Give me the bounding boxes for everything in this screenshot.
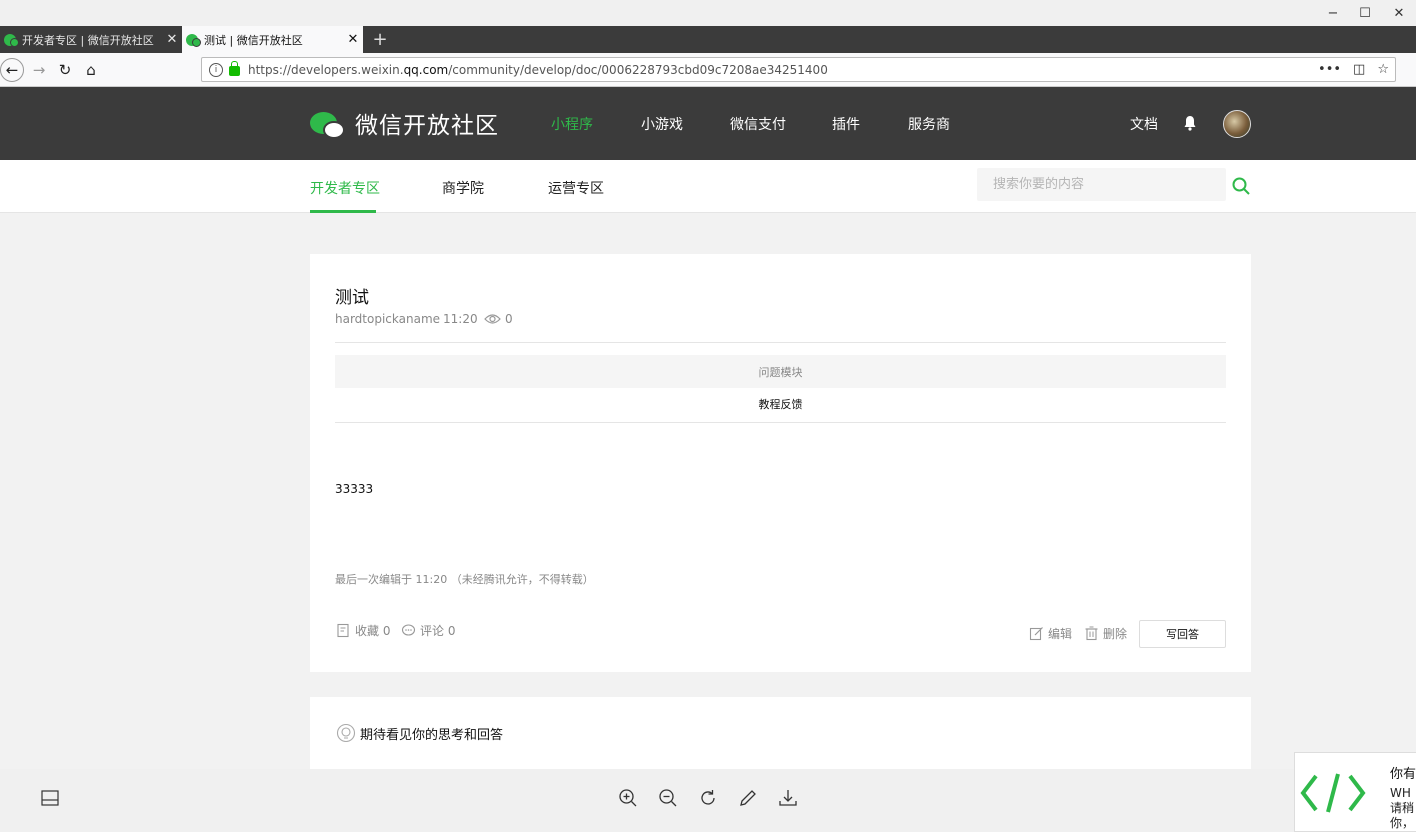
nav-minigame[interactable]: 小游戏 bbox=[641, 114, 683, 134]
divider bbox=[335, 422, 1226, 423]
reload-button[interactable]: ↻ bbox=[52, 53, 78, 87]
info-icon[interactable]: i bbox=[209, 62, 223, 77]
edit-button[interactable]: 编辑 bbox=[1029, 625, 1072, 642]
lightbulb-icon bbox=[336, 723, 356, 743]
module-value: 教程反馈 bbox=[758, 398, 803, 411]
lock-icon[interactable] bbox=[229, 61, 240, 76]
browser-tab-test[interactable]: 测试 | 微信开放社区 ✕ bbox=[182, 26, 363, 53]
bookmark-icon bbox=[337, 623, 349, 638]
tab-close-icon[interactable]: ✕ bbox=[343, 32, 363, 47]
more-actions-icon[interactable]: ••• bbox=[1318, 62, 1341, 77]
trash-icon bbox=[1085, 626, 1098, 641]
panel-title: 你有 bbox=[1390, 767, 1416, 782]
post-time: 11:20 bbox=[443, 312, 478, 326]
site-logo[interactable]: 微信开放社区 bbox=[310, 106, 499, 140]
site-name: 微信开放社区 bbox=[355, 113, 499, 139]
edit-label: 编辑 bbox=[1048, 627, 1073, 641]
rotate-icon[interactable] bbox=[698, 788, 718, 808]
user-avatar[interactable] bbox=[1223, 110, 1251, 138]
address-bar[interactable]: i https://developers.weixin. qq.com/commu… bbox=[201, 57, 1396, 82]
search-icon[interactable] bbox=[1232, 177, 1250, 195]
maximize-button[interactable]: ☐ bbox=[1348, 0, 1382, 26]
post-view-count: 0 bbox=[505, 312, 513, 326]
download-icon[interactable] bbox=[778, 788, 798, 808]
bell-icon[interactable] bbox=[1183, 114, 1197, 132]
back-button[interactable]: ← bbox=[0, 58, 24, 82]
active-tab-indicator bbox=[310, 210, 376, 213]
delete-label: 删除 bbox=[1103, 627, 1128, 641]
pocket-icon[interactable]: ◫ bbox=[1353, 62, 1365, 77]
write-answer-button[interactable]: 写回答 bbox=[1139, 620, 1226, 648]
zoom-in-icon[interactable] bbox=[618, 788, 638, 808]
post-author[interactable]: hardtopickaname bbox=[335, 312, 440, 326]
pencil-icon[interactable] bbox=[738, 788, 758, 808]
collect-button[interactable]: 收藏 0 bbox=[336, 622, 390, 639]
nav-docs[interactable]: 文档 bbox=[1130, 114, 1158, 134]
edit-icon bbox=[1029, 627, 1043, 641]
site-header bbox=[0, 87, 1416, 160]
nav-plugins[interactable]: 插件 bbox=[832, 114, 860, 134]
nav-miniprogram[interactable]: 小程序 bbox=[551, 114, 593, 134]
tab-business-school[interactable]: 商学院 bbox=[442, 178, 484, 198]
tab-developer-zone[interactable]: 开发者专区 bbox=[310, 178, 380, 198]
comment-label: 评论 0 bbox=[420, 624, 456, 638]
eye-icon bbox=[484, 314, 501, 324]
tab-title: 测试 | 微信开放社区 bbox=[204, 33, 303, 47]
tab-close-icon[interactable]: ✕ bbox=[162, 32, 182, 47]
wechat-logo-icon bbox=[310, 112, 345, 139]
tab-strip: 开发者专区 | 微信开放社区 ✕ 测试 | 微信开放社区 ✕ bbox=[0, 26, 1416, 53]
minimize-button[interactable]: − bbox=[1316, 0, 1350, 26]
bookmark-star-icon[interactable]: ☆ bbox=[1377, 62, 1389, 77]
post-content: 33333 bbox=[335, 482, 374, 496]
code-icon bbox=[1300, 773, 1366, 813]
module-header: 问题模块 bbox=[335, 355, 1226, 388]
window-titlebar bbox=[0, 0, 1416, 26]
tab-operations-zone[interactable]: 运营专区 bbox=[548, 178, 604, 198]
sidebar-toggle-icon[interactable] bbox=[40, 788, 60, 808]
collect-label: 收藏 0 bbox=[355, 624, 391, 638]
search-input[interactable] bbox=[977, 168, 1226, 201]
url-prefix: https://developers.weixin. bbox=[248, 62, 404, 77]
url-domain: qq.com bbox=[403, 62, 449, 77]
home-button[interactable]: ⌂ bbox=[78, 53, 104, 87]
window-close-button[interactable]: ✕ bbox=[1382, 0, 1416, 26]
zoom-out-icon[interactable] bbox=[658, 788, 678, 808]
delete-button[interactable]: 删除 bbox=[1084, 625, 1127, 642]
url-suffix: /community/develop/doc/0006228793cbd09c7… bbox=[448, 62, 828, 77]
post-title: 测试 bbox=[335, 288, 369, 308]
nav-wechat-pay[interactable]: 微信支付 bbox=[730, 114, 786, 134]
nav-service-provider[interactable]: 服务商 bbox=[908, 114, 950, 134]
tab-title: 开发者专区 | 微信开放社区 bbox=[22, 33, 154, 47]
last-edit-note: 最后一次编辑于 11:20 （未经腾讯允许，不得转载） bbox=[335, 573, 594, 586]
wechat-favicon-icon bbox=[4, 33, 19, 47]
answer-prompt: 期待看见你的思考和回答 bbox=[336, 723, 503, 743]
comment-button[interactable]: 评论 0 bbox=[401, 622, 455, 639]
divider bbox=[335, 342, 1226, 343]
forward-button[interactable]: → bbox=[26, 53, 52, 87]
comment-icon bbox=[401, 624, 416, 636]
panel-text: WH 请稍 你， bbox=[1390, 786, 1415, 830]
wechat-favicon-icon bbox=[186, 33, 201, 47]
browser-tab-developer-zone[interactable]: 开发者专区 | 微信开放社区 ✕ bbox=[0, 26, 182, 53]
answer-prompt-text: 期待看见你的思考和回答 bbox=[360, 727, 504, 743]
new-tab-button[interactable]: + bbox=[369, 26, 391, 53]
